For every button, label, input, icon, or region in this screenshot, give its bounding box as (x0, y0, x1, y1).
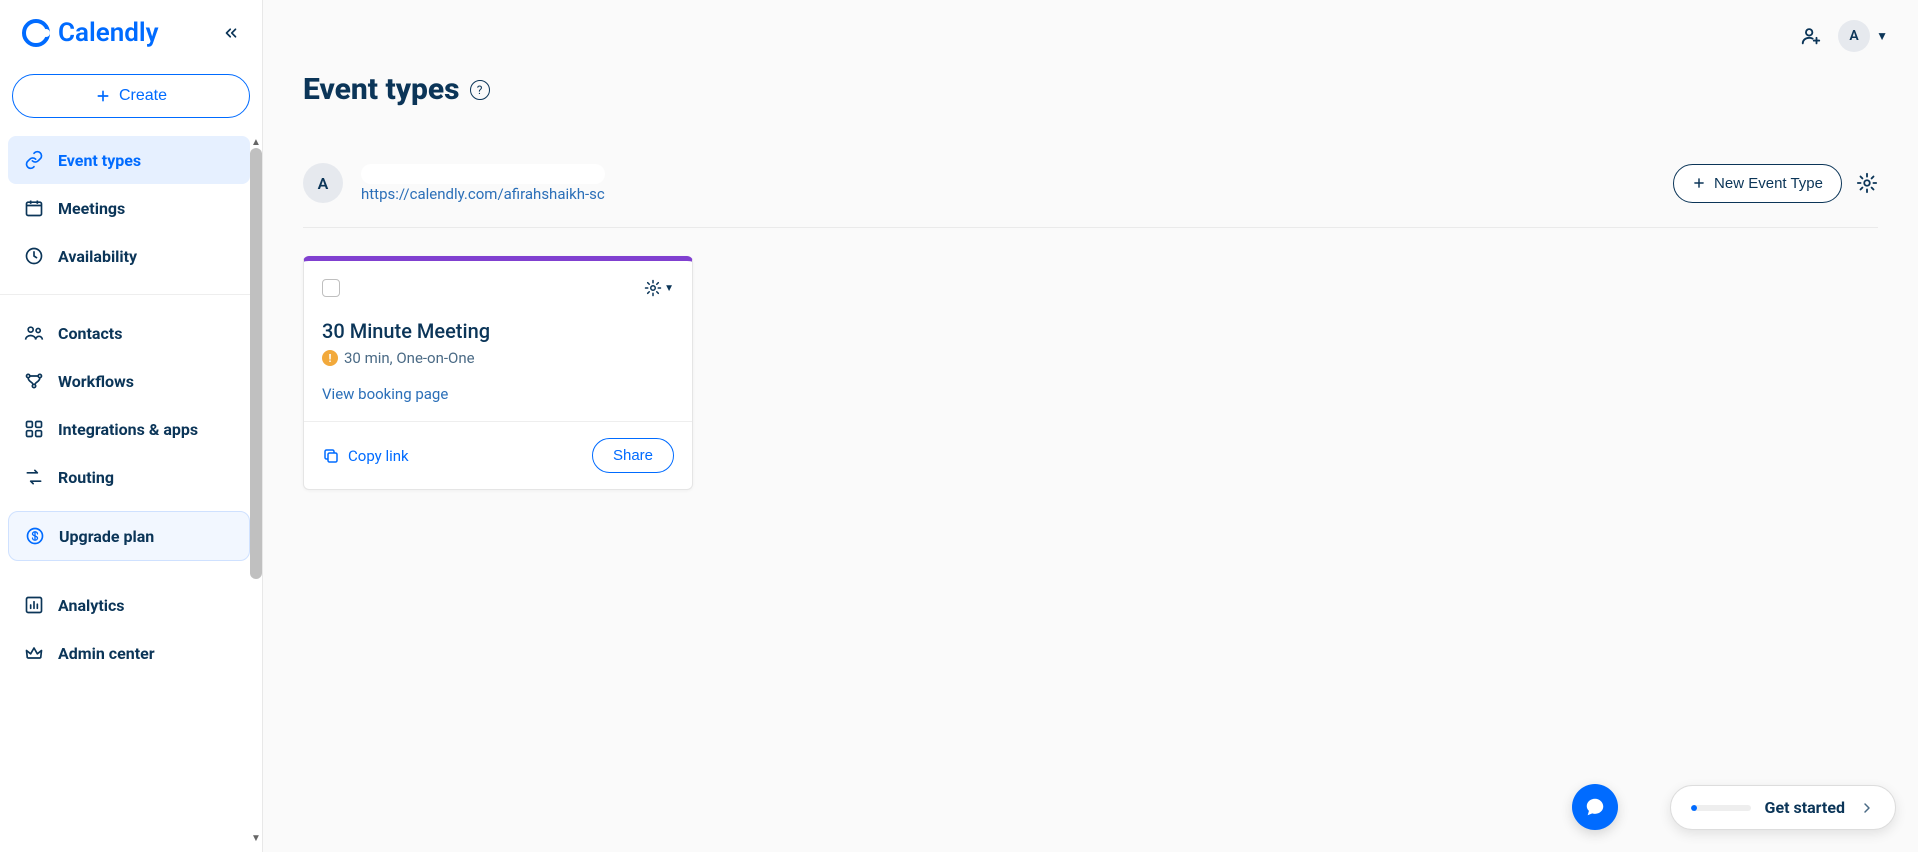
sidebar-item-label: Routing (58, 468, 114, 487)
event-card: ▼ 30 Minute Meeting ! 30 min, One-on-One… (303, 256, 693, 490)
chat-icon (1584, 796, 1606, 818)
scrollbar-thumb[interactable] (250, 148, 262, 579)
share-button[interactable]: Share (592, 438, 674, 473)
sidebar-item-analytics[interactable]: Analytics (8, 581, 250, 629)
nav-section-admin: Analytics Admin center (0, 577, 258, 681)
sidebar-item-availability[interactable]: Availability (8, 232, 250, 280)
page-settings-button[interactable] (1856, 172, 1878, 194)
help-icon[interactable]: ? (470, 80, 490, 100)
analytics-icon (24, 595, 44, 615)
sidebar-header: Calendly (0, 0, 262, 66)
get-started-widget[interactable]: Get started (1670, 785, 1896, 830)
user-plus-icon (1800, 25, 1822, 47)
sidebar-item-label: Analytics (58, 596, 125, 615)
content: Event types ? A https://calendly.com/afi… (263, 62, 1918, 852)
upgrade-label: Upgrade plan (59, 527, 154, 546)
event-subtitle-text: 30 min, One-on-One (344, 349, 475, 367)
sidebar-item-meetings[interactable]: Meetings (8, 184, 250, 232)
plus-icon (95, 88, 111, 104)
nav-section-primary: Event types Meetings Availability (0, 132, 258, 284)
link-icon (24, 150, 44, 170)
user-left: A https://calendly.com/afirahshaikh-sc (303, 163, 1657, 203)
copy-link-button[interactable]: Copy link (322, 447, 409, 465)
copy-icon (322, 447, 340, 465)
sidebar-item-label: Admin center (58, 644, 155, 663)
user-row: A https://calendly.com/afirahshaikh-sc N… (303, 163, 1878, 228)
progress-fill (1691, 805, 1697, 811)
sidebar-item-label: Integrations & apps (58, 420, 198, 439)
sidebar-item-workflows[interactable]: Workflows (8, 357, 250, 405)
topbar: A ▼ (263, 0, 1918, 62)
sidebar-item-label: Event types (58, 151, 141, 170)
event-settings-menu[interactable]: ▼ (644, 279, 674, 297)
page-title-row: Event types ? (303, 72, 1878, 107)
upgrade-plan-button[interactable]: Upgrade plan (8, 511, 250, 561)
plus-icon (1692, 176, 1706, 190)
users-icon (24, 323, 44, 343)
avatar-initial: A (1849, 28, 1858, 44)
sidebar-item-label: Meetings (58, 199, 125, 218)
event-card-body: ▼ 30 Minute Meeting ! 30 min, One-on-One… (304, 261, 692, 421)
routing-icon (24, 467, 44, 487)
user-right: New Event Type (1673, 164, 1878, 203)
copy-link-label: Copy link (348, 447, 409, 465)
sidebar-scrollbar[interactable]: ▲ ▼ (250, 148, 262, 832)
new-event-type-button[interactable]: New Event Type (1673, 164, 1842, 203)
sidebar-item-routing[interactable]: Routing (8, 453, 250, 501)
dollar-circle-icon (25, 526, 45, 546)
collapse-sidebar-button[interactable] (222, 24, 240, 42)
user-name-redacted (361, 164, 605, 184)
sidebar-item-integrations[interactable]: Integrations & apps (8, 405, 250, 453)
view-booking-page-link[interactable]: View booking page (322, 385, 448, 403)
chat-button[interactable] (1572, 784, 1618, 830)
scroll-down-arrow-icon[interactable]: ▼ (250, 832, 262, 844)
event-cards: ▼ 30 Minute Meeting ! 30 min, One-on-One… (303, 256, 1878, 490)
nav-section-secondary: Contacts Workflows Integrations & apps R… (0, 305, 258, 505)
new-event-label: New Event Type (1714, 175, 1823, 192)
nav-divider (0, 294, 258, 295)
event-card-subtitle: ! 30 min, One-on-One (322, 349, 674, 367)
user-avatar: A (303, 163, 343, 203)
caret-down-icon: ▼ (1876, 29, 1888, 43)
workflow-icon (24, 371, 44, 391)
sidebar-item-label: Availability (58, 247, 137, 266)
sidebar: Calendly Create Event types Meetings (0, 0, 263, 852)
caret-down-icon: ▼ (664, 283, 674, 294)
create-button[interactable]: Create (12, 74, 250, 118)
sidebar-item-admin-center[interactable]: Admin center (8, 629, 250, 677)
sidebar-item-label: Contacts (58, 324, 122, 343)
warning-icon: ! (322, 350, 338, 366)
sidebar-item-contacts[interactable]: Contacts (8, 309, 250, 357)
event-card-top: ▼ (322, 279, 674, 297)
account-menu[interactable]: A ▼ (1838, 20, 1888, 52)
event-card-footer: Copy link Share (304, 421, 692, 489)
event-select-checkbox[interactable] (322, 279, 340, 297)
apps-grid-icon (24, 419, 44, 439)
scroll-up-arrow-icon[interactable]: ▲ (250, 136, 262, 148)
user-info: https://calendly.com/afirahshaikh-sc (361, 164, 605, 203)
sidebar-item-event-types[interactable]: Event types (8, 136, 250, 184)
user-scheduling-link[interactable]: https://calendly.com/afirahshaikh-sc (361, 185, 605, 203)
user-avatar-initial: A (318, 174, 329, 193)
calendly-logo-icon (22, 19, 50, 47)
event-card-title: 30 Minute Meeting (322, 319, 674, 343)
get-started-label: Get started (1765, 798, 1845, 817)
chevron-right-icon (1859, 800, 1875, 816)
calendar-icon (24, 198, 44, 218)
page-title: Event types (303, 72, 460, 107)
get-started-progress (1691, 805, 1751, 811)
invite-user-button[interactable] (1800, 25, 1822, 47)
clock-icon (24, 246, 44, 266)
crown-icon (24, 643, 44, 663)
avatar-circle: A (1838, 20, 1870, 52)
brand-logo[interactable]: Calendly (22, 18, 159, 48)
create-label: Create (119, 87, 167, 105)
sidebar-item-label: Workflows (58, 372, 134, 391)
brand-name: Calendly (58, 18, 159, 48)
chevrons-left-icon (222, 24, 240, 42)
main: A ▼ Event types ? A https://calendly.com… (263, 0, 1918, 852)
gear-icon (644, 279, 662, 297)
nav-scroll[interactable]: Event types Meetings Availability (0, 132, 262, 852)
gear-icon (1856, 172, 1878, 194)
